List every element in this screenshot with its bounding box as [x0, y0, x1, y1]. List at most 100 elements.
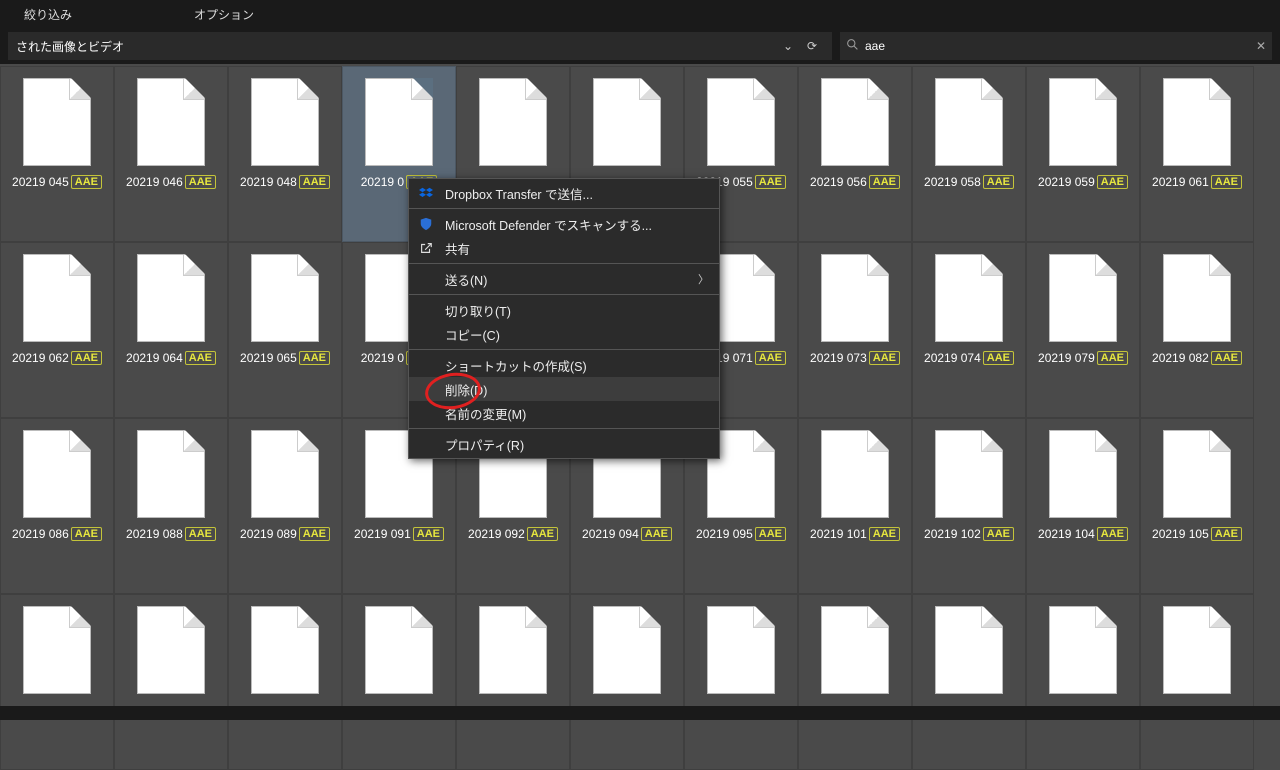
- file-item[interactable]: 20219 061AAE: [1140, 66, 1254, 242]
- file-name: 20219 0: [361, 351, 404, 365]
- ctx-send-to[interactable]: 送る(N) 〉: [409, 267, 719, 291]
- file-icon: [480, 607, 546, 693]
- file-ext-badge: AAE: [755, 351, 786, 365]
- file-item[interactable]: [684, 594, 798, 770]
- file-icon: [24, 79, 90, 165]
- ctx-properties[interactable]: プロパティ(R): [409, 432, 719, 456]
- file-icon: [1050, 607, 1116, 693]
- file-ext-badge: AAE: [413, 527, 444, 541]
- file-label: 20219 079AAE: [1038, 351, 1128, 365]
- file-item[interactable]: 20219 104AAE: [1026, 418, 1140, 594]
- file-ext-badge: AAE: [299, 527, 330, 541]
- file-item[interactable]: [1140, 594, 1254, 770]
- file-label: 20219 102AAE: [924, 527, 1014, 541]
- file-icon: [138, 255, 204, 341]
- file-item[interactable]: [798, 594, 912, 770]
- file-name: 20219 0: [361, 175, 404, 189]
- file-name: 20219 104: [1038, 527, 1095, 541]
- file-icon: [936, 255, 1002, 341]
- file-item[interactable]: 20219 101AAE: [798, 418, 912, 594]
- file-item[interactable]: [0, 594, 114, 770]
- file-label: 20219 086AAE: [12, 527, 102, 541]
- file-item[interactable]: 20219 059AAE: [1026, 66, 1140, 242]
- address-label: された画像とビデオ: [16, 38, 776, 55]
- ctx-separator: [409, 263, 719, 264]
- address-bar[interactable]: された画像とビデオ ⌄ ⟳: [8, 32, 832, 60]
- file-item[interactable]: 20219 062AAE: [0, 242, 114, 418]
- ctx-separator: [409, 208, 719, 209]
- file-name: 20219 088: [126, 527, 183, 541]
- file-item[interactable]: 20219 079AAE: [1026, 242, 1140, 418]
- file-icon: [822, 255, 888, 341]
- file-icon: [138, 431, 204, 517]
- ctx-defender-scan[interactable]: Microsoft Defender でスキャンする...: [409, 212, 719, 236]
- file-item[interactable]: 20219 105AAE: [1140, 418, 1254, 594]
- file-ext-badge: AAE: [1211, 175, 1242, 189]
- file-item[interactable]: 20219 074AAE: [912, 242, 1026, 418]
- file-item[interactable]: 20219 102AAE: [912, 418, 1026, 594]
- ctx-share[interactable]: 共有: [409, 236, 719, 260]
- menu-options[interactable]: オプション: [178, 2, 270, 27]
- file-item[interactable]: 20219 082AAE: [1140, 242, 1254, 418]
- file-item[interactable]: [114, 594, 228, 770]
- file-ext-badge: AAE: [185, 527, 216, 541]
- file-ext-badge: AAE: [1211, 351, 1242, 365]
- file-name: 20219 046: [126, 175, 183, 189]
- file-item[interactable]: [228, 594, 342, 770]
- file-label: 20219 056AAE: [810, 175, 900, 189]
- file-item[interactable]: 20219 064AAE: [114, 242, 228, 418]
- file-label: 20219 088AAE: [126, 527, 216, 541]
- file-item[interactable]: [1026, 594, 1140, 770]
- ctx-cut[interactable]: 切り取り(T): [409, 298, 719, 322]
- file-ext-badge: AAE: [983, 527, 1014, 541]
- file-ext-badge: AAE: [299, 351, 330, 365]
- file-label: 20219 094AAE: [582, 527, 672, 541]
- file-ext-badge: AAE: [869, 527, 900, 541]
- file-icon: [1050, 79, 1116, 165]
- chevron-down-icon[interactable]: ⌄: [776, 33, 800, 59]
- file-label: 20219 091AAE: [354, 527, 444, 541]
- file-name: 20219 092: [468, 527, 525, 541]
- search-bar[interactable]: aae ✕: [840, 32, 1272, 60]
- file-name: 20219 058: [924, 175, 981, 189]
- file-label: 20219 058AAE: [924, 175, 1014, 189]
- file-item[interactable]: 20219 048AAE: [228, 66, 342, 242]
- file-item[interactable]: 20219 089AAE: [228, 418, 342, 594]
- file-ext-badge: AAE: [755, 175, 786, 189]
- file-ext-badge: AAE: [71, 527, 102, 541]
- ctx-create-shortcut[interactable]: ショートカットの作成(S): [409, 353, 719, 377]
- file-item[interactable]: 20219 056AAE: [798, 66, 912, 242]
- file-name: 20219 102: [924, 527, 981, 541]
- file-ext-badge: AAE: [983, 351, 1014, 365]
- file-icon: [366, 79, 432, 165]
- ctx-copy[interactable]: コピー(C): [409, 322, 719, 346]
- file-item[interactable]: 20219 088AAE: [114, 418, 228, 594]
- file-label: 20219 092AAE: [468, 527, 558, 541]
- file-item[interactable]: 20219 073AAE: [798, 242, 912, 418]
- file-item[interactable]: 20219 045AAE: [0, 66, 114, 242]
- ctx-rename[interactable]: 名前の変更(M): [409, 401, 719, 425]
- file-icon: [936, 431, 1002, 517]
- file-name: 20219 064: [126, 351, 183, 365]
- file-item[interactable]: 20219 058AAE: [912, 66, 1026, 242]
- menu-filter[interactable]: 絞り込み: [8, 2, 88, 27]
- file-ext-badge: AAE: [1097, 175, 1128, 189]
- file-name: 20219 061: [1152, 175, 1209, 189]
- file-item[interactable]: [342, 594, 456, 770]
- file-item[interactable]: 20219 065AAE: [228, 242, 342, 418]
- file-item[interactable]: [456, 594, 570, 770]
- file-name: 20219 089: [240, 527, 297, 541]
- file-ext-badge: AAE: [71, 175, 102, 189]
- clear-search-icon[interactable]: ✕: [1256, 39, 1266, 53]
- file-item[interactable]: [570, 594, 684, 770]
- file-item[interactable]: 20219 086AAE: [0, 418, 114, 594]
- file-name: 20219 082: [1152, 351, 1209, 365]
- file-icon: [936, 79, 1002, 165]
- ctx-dropbox-transfer[interactable]: Dropbox Transfer で送信...: [409, 181, 719, 205]
- refresh-icon[interactable]: ⟳: [800, 33, 824, 59]
- file-ext-badge: AAE: [1097, 351, 1128, 365]
- file-item[interactable]: 20219 046AAE: [114, 66, 228, 242]
- ctx-separator: [409, 294, 719, 295]
- file-item[interactable]: [912, 594, 1026, 770]
- ctx-delete[interactable]: 削除(D): [409, 377, 719, 401]
